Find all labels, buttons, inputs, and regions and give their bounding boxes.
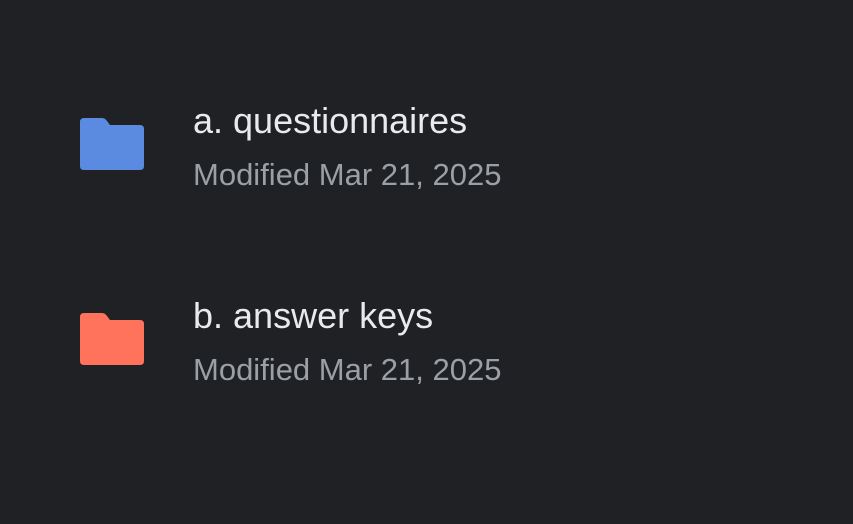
folder-icon xyxy=(80,313,144,365)
file-item-answer-keys[interactable]: b. answer keys Modified Mar 21, 2025 xyxy=(0,267,853,417)
folder-icon xyxy=(80,118,144,170)
file-name: b. answer keys xyxy=(193,295,434,336)
file-item-questionnaires[interactable]: a. questionnaires Modified Mar 21, 2025 xyxy=(0,72,853,222)
modified-date: Modified Mar 21, 2025 xyxy=(193,352,502,387)
file-list: a. questionnaires Modified Mar 21, 2025 … xyxy=(0,0,853,524)
file-name: a. questionnaires xyxy=(193,100,468,141)
modified-date: Modified Mar 21, 2025 xyxy=(193,157,502,192)
